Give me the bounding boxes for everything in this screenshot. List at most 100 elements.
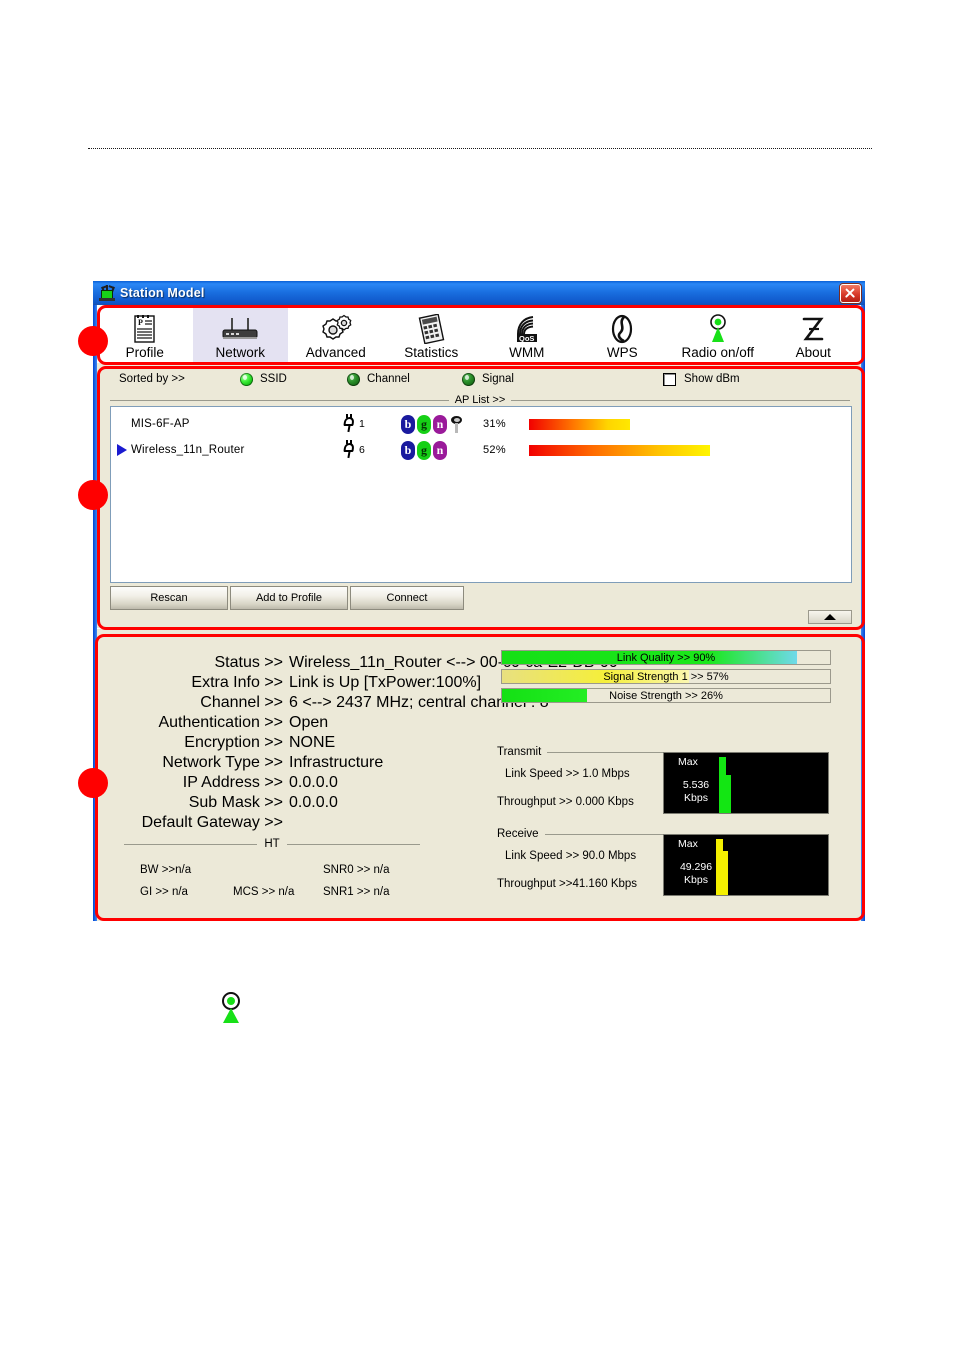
signature-icon <box>799 313 827 345</box>
noise-strength-label: Noise Strength >> 26% <box>609 689 723 702</box>
ap-signal-percent: 52% <box>483 444 506 456</box>
collapse-panel-button[interactable] <box>808 610 852 624</box>
authentication-value: Open <box>289 714 329 731</box>
network-type-key: Network Type >> <box>162 754 283 771</box>
close-icon[interactable] <box>840 283 861 303</box>
tab-wmm[interactable]: QoS WMM <box>479 305 575 363</box>
sort-option-signal[interactable]: Signal <box>462 372 514 386</box>
page-divider <box>88 148 872 149</box>
show-dbm-label: Show dBm <box>684 373 740 385</box>
badge-b: b <box>401 414 415 434</box>
status-key: Status >> <box>214 654 284 671</box>
tab-wps[interactable]: WPS <box>575 305 671 363</box>
ap-channel: 1 <box>343 413 365 432</box>
ht-group-label: HT <box>264 838 280 850</box>
rescan-button[interactable]: Rescan <box>110 586 228 610</box>
sort-option-channel-label: Channel <box>367 373 410 385</box>
transmit-graph-max-label: Max <box>678 756 698 768</box>
callout-marker-2 <box>78 480 108 510</box>
radio-dot-signal <box>462 372 475 386</box>
tab-network[interactable]: Network <box>192 305 288 363</box>
tab-advanced-label: Advanced <box>305 345 366 360</box>
plug-icon <box>343 439 357 458</box>
noise-strength-bar: Noise Strength >> 26% <box>501 688 831 703</box>
tab-profile-label: Profile <box>125 345 164 360</box>
window-border-right <box>861 281 865 921</box>
panel-separator <box>97 628 861 633</box>
ap-signal-bar <box>529 418 630 430</box>
ap-standards: b g n <box>401 414 463 434</box>
ht-snr1: SNR1 >> n/a <box>323 886 390 898</box>
extra-info-value: Link is Up [TxPower:100%] <box>289 674 482 691</box>
channel-key: Channel >> <box>200 694 283 711</box>
ap-ssid: MIS-6F-AP <box>131 418 190 430</box>
station-icon <box>99 285 115 301</box>
window-titlebar: Station Model <box>93 281 865 305</box>
sorted-by-label: Sorted by >> <box>119 373 185 385</box>
link-quality-label: Link Quality >> 90% <box>616 651 716 664</box>
ip-address-key: IP Address >> <box>182 774 283 791</box>
checkbox-box <box>663 372 676 386</box>
svg-text:P: P <box>138 318 143 327</box>
badge-b: b <box>401 440 415 460</box>
selection-arrow-icon <box>117 444 127 456</box>
transmit-graph-value: 5.536 Kbps <box>682 779 710 804</box>
tab-advanced[interactable]: Advanced <box>288 305 384 363</box>
calculator-icon <box>415 313 447 345</box>
sub-mask-key: Sub Mask >> <box>188 794 283 811</box>
tab-about-label: About <box>795 345 831 360</box>
authentication-key: Authentication >> <box>158 714 283 731</box>
receive-spike <box>721 851 728 895</box>
ht-gi: GI >> n/a <box>140 886 188 898</box>
ap-channel-number: 6 <box>359 444 365 456</box>
profile-icon: P <box>132 313 158 345</box>
table-row[interactable]: Wireless_11n_Router 6 b g n 52% <box>111 437 851 463</box>
sort-option-ssid[interactable]: SSID <box>240 372 287 386</box>
ap-list[interactable]: MIS-6F-AP 1 b g n 31% Wireless_11n_Route… <box>110 406 852 583</box>
receive-graph: Max 49.296 Kbps <box>663 834 829 896</box>
ap-signal-percent: 31% <box>483 418 506 430</box>
ht-group-header: HT <box>124 838 420 850</box>
receive-group-label: Receive <box>497 828 539 840</box>
tab-radio-on-off-label: Radio on/off <box>681 345 755 360</box>
sort-option-channel[interactable]: Channel <box>347 372 410 386</box>
extra-info-key: Extra Info >> <box>191 674 283 691</box>
tab-about[interactable]: About <box>766 305 862 363</box>
gears-icon <box>319 313 353 345</box>
badge-n: n <box>433 440 447 460</box>
transmit-spike <box>724 775 731 813</box>
transmit-link-speed: Link Speed >> 1.0 Mbps <box>505 768 630 780</box>
show-dbm-checkbox[interactable]: Show dBm <box>663 372 740 386</box>
receive-link-speed: Link Speed >> 90.0 Mbps <box>505 850 637 862</box>
signal-strength-bar: Signal Strength 1 >> 57% <box>501 669 831 684</box>
tab-profile[interactable]: P Profile <box>97 305 193 363</box>
caret-up-icon <box>824 614 836 620</box>
antenna-icon <box>705 313 731 345</box>
ap-signal-bar <box>529 444 710 456</box>
link-quality-bar: Link Quality >> 90% <box>501 650 831 665</box>
sort-bar: Sorted by >> SSID Channel Signal Show dB… <box>97 367 861 391</box>
ap-channel-number: 1 <box>359 418 365 430</box>
add-to-profile-button[interactable]: Add to Profile <box>230 586 348 610</box>
network-type-value: Infrastructure <box>289 754 384 771</box>
svg-text:QoS: QoS <box>519 334 534 343</box>
ap-ssid: Wireless_11n_Router <box>131 444 245 456</box>
connect-button[interactable]: Connect <box>350 586 464 610</box>
tab-radio-on-off[interactable]: Radio on/off <box>670 305 766 363</box>
ht-bw: BW >>n/a <box>140 864 192 876</box>
ap-channel: 6 <box>343 439 365 458</box>
badge-n: n <box>433 414 447 434</box>
ap-standards: b g n <box>401 440 447 460</box>
signal-strength-label: Signal Strength 1 >> 57% <box>603 670 729 683</box>
qos-icon: QoS <box>511 313 543 345</box>
main-toolbar: P Profile Network Advanced Statistics Qo… <box>97 305 861 363</box>
ht-snr0: SNR0 >> n/a <box>323 864 390 876</box>
badge-g: g <box>417 440 431 460</box>
tab-wmm-label: WMM <box>509 345 545 360</box>
tab-statistics[interactable]: Statistics <box>384 305 480 363</box>
ap-list-divider-label: AP List >> <box>454 394 506 406</box>
router-icon <box>217 313 263 345</box>
receive-graph-max-label: Max <box>678 838 698 850</box>
window-title: Station Model <box>120 286 205 300</box>
table-row[interactable]: MIS-6F-AP 1 b g n 31% <box>111 411 851 437</box>
